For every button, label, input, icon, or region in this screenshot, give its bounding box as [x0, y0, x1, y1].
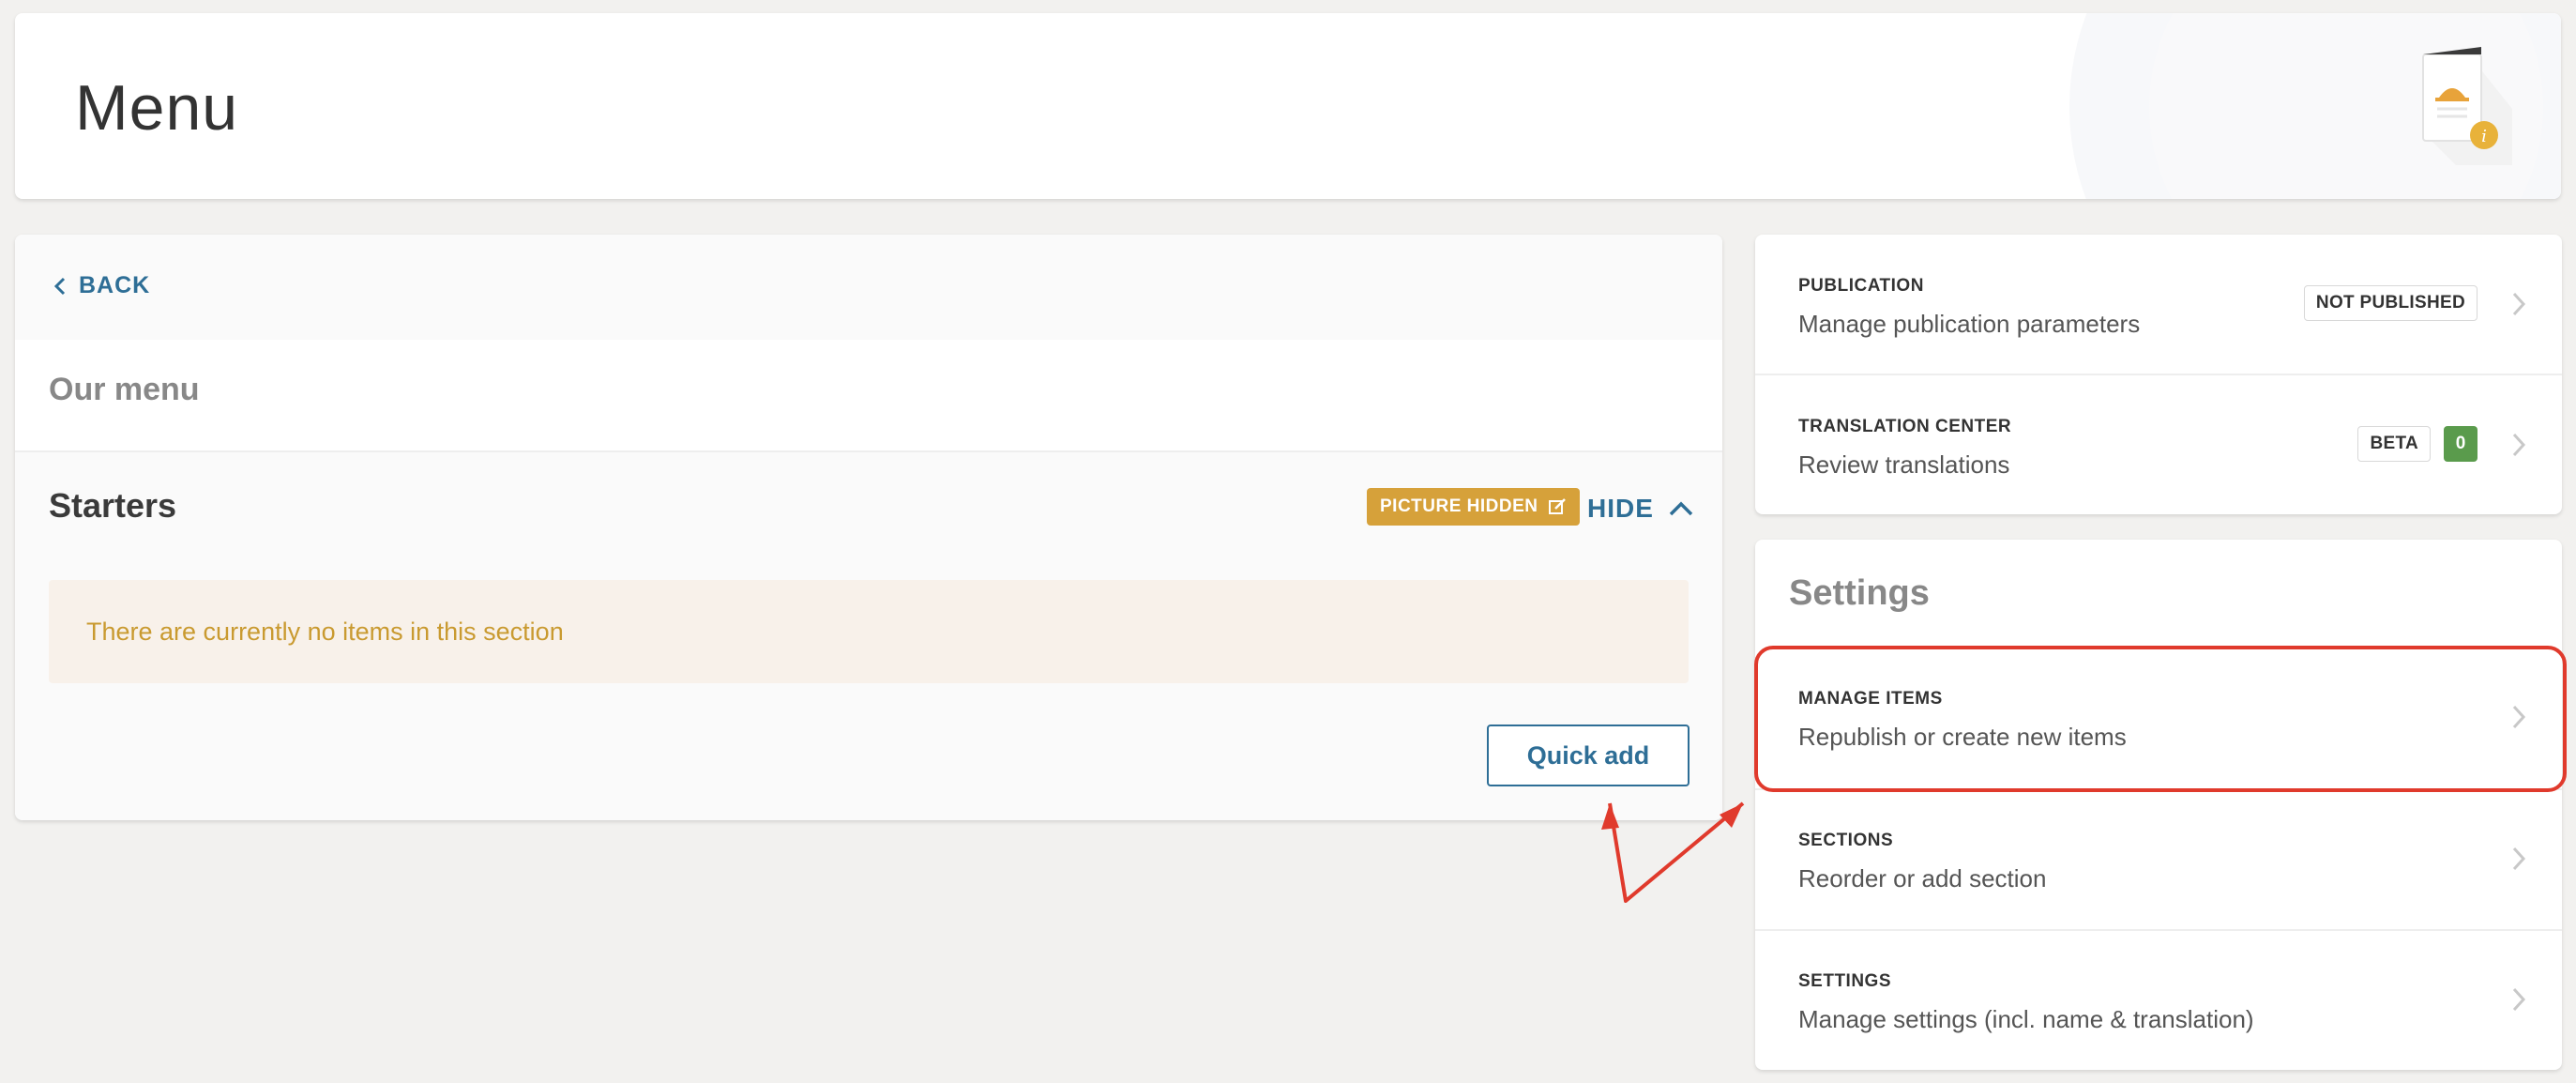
translation-description: Review translations [1798, 450, 2010, 479]
publication-row[interactable]: PUBLICATION Manage publication parameter… [1755, 235, 2562, 375]
publication-panel: PUBLICATION Manage publication parameter… [1755, 235, 2562, 514]
info-icon: i [2470, 121, 2498, 149]
empty-message: There are currently no items in this sec… [86, 618, 564, 646]
picture-hidden-label: PICTURE HIDDEN [1380, 496, 1538, 516]
quick-add-button[interactable]: Quick add [1487, 725, 1690, 786]
page-header: Menu i [15, 13, 2561, 199]
svg-text:i: i [2481, 127, 2487, 146]
translation-center-row[interactable]: TRANSLATION CENTER Review translations B… [1755, 375, 2562, 514]
settings-panel: Settings MANAGE ITEMS Republish or creat… [1755, 540, 2562, 1070]
not-published-badge: NOT PUBLISHED [2303, 285, 2478, 321]
beta-badge: BETA [2357, 426, 2431, 462]
chevron-right-icon [2512, 847, 2526, 871]
section-title: Starters [49, 486, 177, 525]
menu-illustration-icon: i [2400, 43, 2531, 184]
chevron-right-icon [2512, 705, 2526, 729]
sections-row[interactable]: SECTIONS Reorder or add section [1755, 789, 2562, 930]
translation-label: TRANSLATION CENTER [1798, 417, 2012, 436]
publication-label: PUBLICATION [1798, 276, 1924, 296]
page-title: Menu [75, 72, 239, 144]
sections-label: SECTIONS [1798, 831, 1894, 850]
manage-items-description: Republish or create new items [1798, 723, 2127, 751]
menu-editor-panel: BACK Our menu Starters PICTURE HIDDEN HI… [15, 235, 1722, 820]
settings-label: SETTINGS [1798, 971, 1892, 991]
sections-description: Reorder or add section [1798, 864, 2047, 892]
publication-description: Manage publication parameters [1798, 310, 2141, 338]
translation-count-badge: 0 [2444, 426, 2478, 462]
chevron-left-icon [54, 277, 66, 295]
edit-icon [1548, 498, 1566, 514]
empty-section-notice: There are currently no items in this sec… [49, 580, 1689, 683]
menu-name: Our menu [49, 372, 200, 407]
settings-heading: Settings [1789, 573, 1930, 613]
back-link[interactable]: BACK [54, 272, 150, 299]
chevron-right-icon [2512, 433, 2526, 457]
hide-section-toggle[interactable]: HIDE [1587, 494, 1693, 524]
chevron-up-icon [1669, 501, 1693, 516]
back-label: BACK [79, 272, 151, 298]
manage-items-row[interactable]: MANAGE ITEMS Republish or create new ite… [1755, 648, 2562, 788]
chevron-right-icon [2512, 987, 2526, 1012]
settings-row[interactable]: SETTINGS Manage settings (incl. name & t… [1755, 930, 2562, 1070]
back-bar: BACK [15, 235, 1722, 340]
settings-description: Manage settings (incl. name & translatio… [1798, 1005, 2254, 1033]
manage-items-label: MANAGE ITEMS [1798, 689, 1943, 709]
chevron-right-icon [2512, 292, 2526, 316]
hide-label: HIDE [1587, 494, 1654, 523]
picture-hidden-badge[interactable]: PICTURE HIDDEN [1367, 488, 1580, 526]
